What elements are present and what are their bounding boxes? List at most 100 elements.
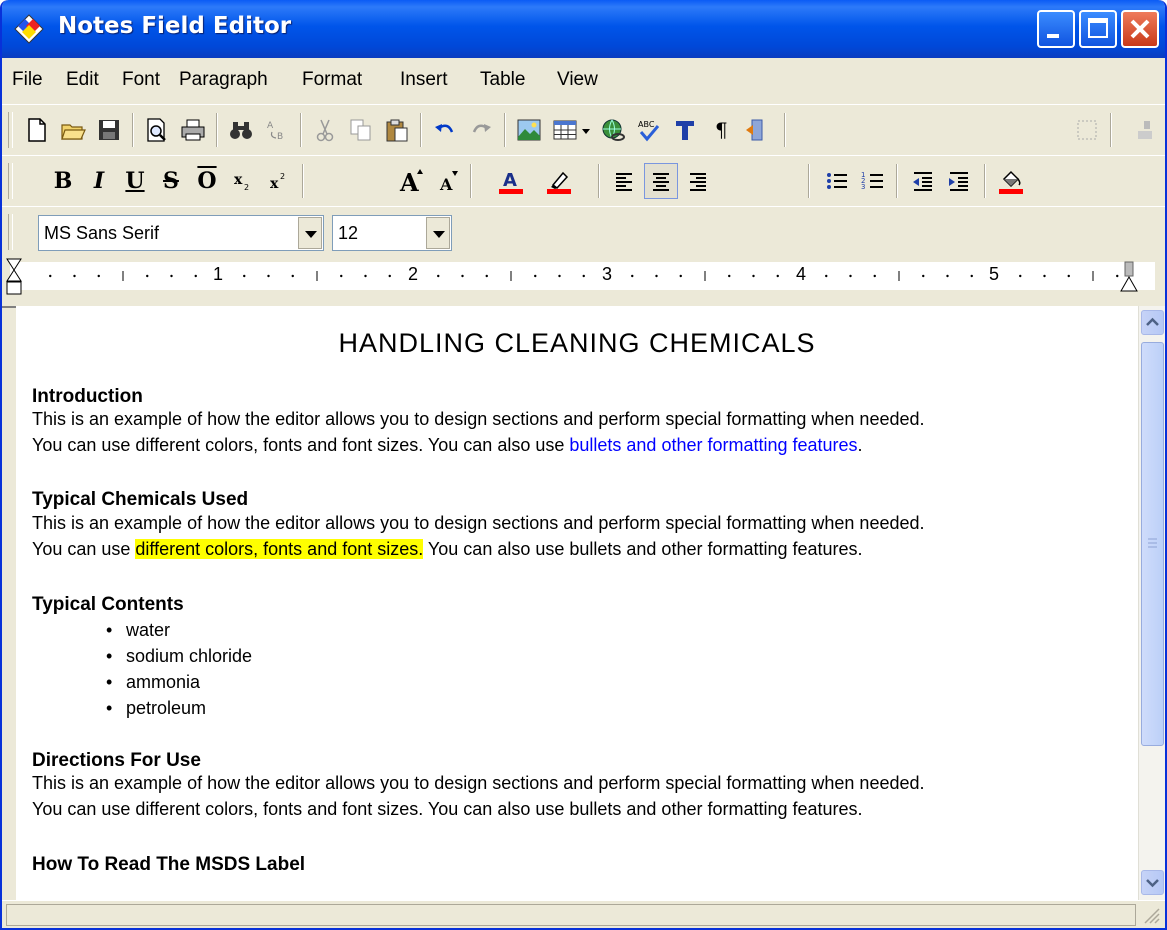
italic-button[interactable]: I [82,163,116,199]
scroll-up-button[interactable] [1141,310,1164,335]
toolbar-separator [896,164,898,198]
grip-lines-icon [1148,538,1157,548]
printer-icon [181,119,205,141]
menu-format[interactable]: Format [302,69,362,91]
scroll-thumb[interactable] [1141,342,1164,746]
vertical-scrollbar[interactable] [1138,306,1165,900]
table-dropdown-button[interactable] [578,112,594,148]
subscript-button[interactable]: x2 [226,163,260,199]
menu-view[interactable]: View [557,69,598,91]
menu-insert[interactable]: Insert [400,69,448,91]
menu-paragraph[interactable]: Paragraph [179,69,268,91]
ruler-strip[interactable]: 1 2 3 4 5 [10,262,1155,290]
print-preview-button[interactable] [140,112,174,148]
toolbar-separator [598,164,600,198]
font-name-dropdown-arrow[interactable] [298,217,322,249]
grow-font-button[interactable]: A [394,163,428,199]
font-size-combobox[interactable]: 12 [332,215,452,251]
insert-hyperlink-button[interactable] [596,112,630,148]
pilcrow-icon: ¶ [715,118,728,142]
svg-text:A: A [399,168,419,194]
toolbar-separator [420,113,422,147]
ruler-number: 3 [602,264,613,284]
increase-indent-button[interactable] [942,163,976,199]
print-button[interactable] [176,112,210,148]
scroll-down-button[interactable] [1141,870,1164,895]
toolbar-grip[interactable] [8,163,13,199]
close-button[interactable] [1121,10,1159,48]
text-style-button[interactable] [668,112,702,148]
ruler-tick [437,274,440,278]
menu-edit[interactable]: Edit [66,69,99,91]
replace-button[interactable]: AB [260,112,294,148]
properties-icon [1138,121,1152,139]
insert-picture-button[interactable] [512,112,546,148]
font-color-button[interactable]: A [494,163,528,199]
ruler-tick [267,274,270,278]
align-left-button[interactable] [608,163,642,199]
fill-color-button[interactable] [994,163,1028,199]
table-grid-icon [553,120,577,140]
redo-button[interactable] [464,112,498,148]
minimize-button[interactable] [1037,10,1075,48]
decrease-indent-button[interactable] [906,163,940,199]
resize-grip-icon[interactable] [1141,905,1161,925]
paste-button[interactable] [380,112,414,148]
font-name-combobox[interactable]: MS Sans Serif [38,215,324,251]
right-indent-marker-icon[interactable] [1120,260,1138,294]
left-indent-marker-icon[interactable] [6,258,22,302]
section-intro-line1: This is an example of how the editor all… [32,409,925,429]
strikethrough-label: S [163,168,179,194]
font-size-dropdown-arrow[interactable] [426,217,450,249]
exit-button[interactable] [740,112,774,148]
overline-button[interactable]: O [190,163,224,199]
maximize-button[interactable] [1079,10,1117,48]
underline-button[interactable]: U [118,163,152,199]
svg-text:3: 3 [861,183,865,191]
section-heading-msds: How To Read The MSDS Label [32,854,306,875]
section-heading-introduction: Introduction [32,386,143,407]
title-bar[interactable]: Notes Field Editor [2,0,1165,58]
bold-button[interactable]: B [46,163,80,199]
properties-button[interactable] [1126,112,1160,148]
numbered-list-button[interactable]: 123 [856,163,890,199]
strikethrough-button[interactable]: S [154,163,188,199]
shrink-font-button[interactable]: A [430,163,464,199]
highlight-color-button[interactable] [542,163,576,199]
binoculars-icon [230,122,252,139]
ruler-tick [655,274,658,278]
replace-icon: AB [267,121,283,142]
toolbar-grip[interactable] [8,214,13,250]
document-editor[interactable]: HANDLING CLEANING CHEMICALS Introduction… [16,306,1138,900]
menu-table[interactable]: Table [480,69,525,91]
copy-button[interactable] [344,112,378,148]
section-directions-line2: You can use different colors, fonts and … [32,799,863,819]
superscript-button[interactable]: x2 [262,163,296,199]
cut-button[interactable] [308,112,342,148]
align-center-button[interactable] [644,163,678,199]
open-folder-button[interactable] [56,112,90,148]
bullet-list-button[interactable] [820,163,854,199]
find-button[interactable] [224,112,258,148]
ruler[interactable]: 1 2 3 4 5 [2,256,1165,308]
toolbar-grip[interactable] [8,112,13,148]
print-preview-icon [147,118,166,142]
spell-check-button[interactable]: ABC [632,112,666,148]
maximize-icon [1088,18,1108,38]
show-formatting-button[interactable]: ¶ [704,112,738,148]
save-button[interactable] [92,112,126,148]
ruler-number: 1 [213,264,224,284]
standard-toolbar: AB ABC ¶ [2,104,1165,156]
frame-button[interactable] [1070,112,1104,148]
menu-file[interactable]: File [12,69,43,91]
insert-table-button[interactable] [548,112,582,148]
undo-button[interactable] [428,112,462,148]
decrease-indent-icon [913,172,932,191]
italic-label: I [93,168,105,194]
menu-bar: File Edit Font Paragraph Format Insert T… [2,58,1165,105]
menu-font[interactable]: Font [122,69,160,91]
window-title: Notes Field Editor [58,13,292,39]
align-right-button[interactable] [680,163,714,199]
new-document-button[interactable] [20,112,54,148]
svg-text:2: 2 [244,183,249,192]
